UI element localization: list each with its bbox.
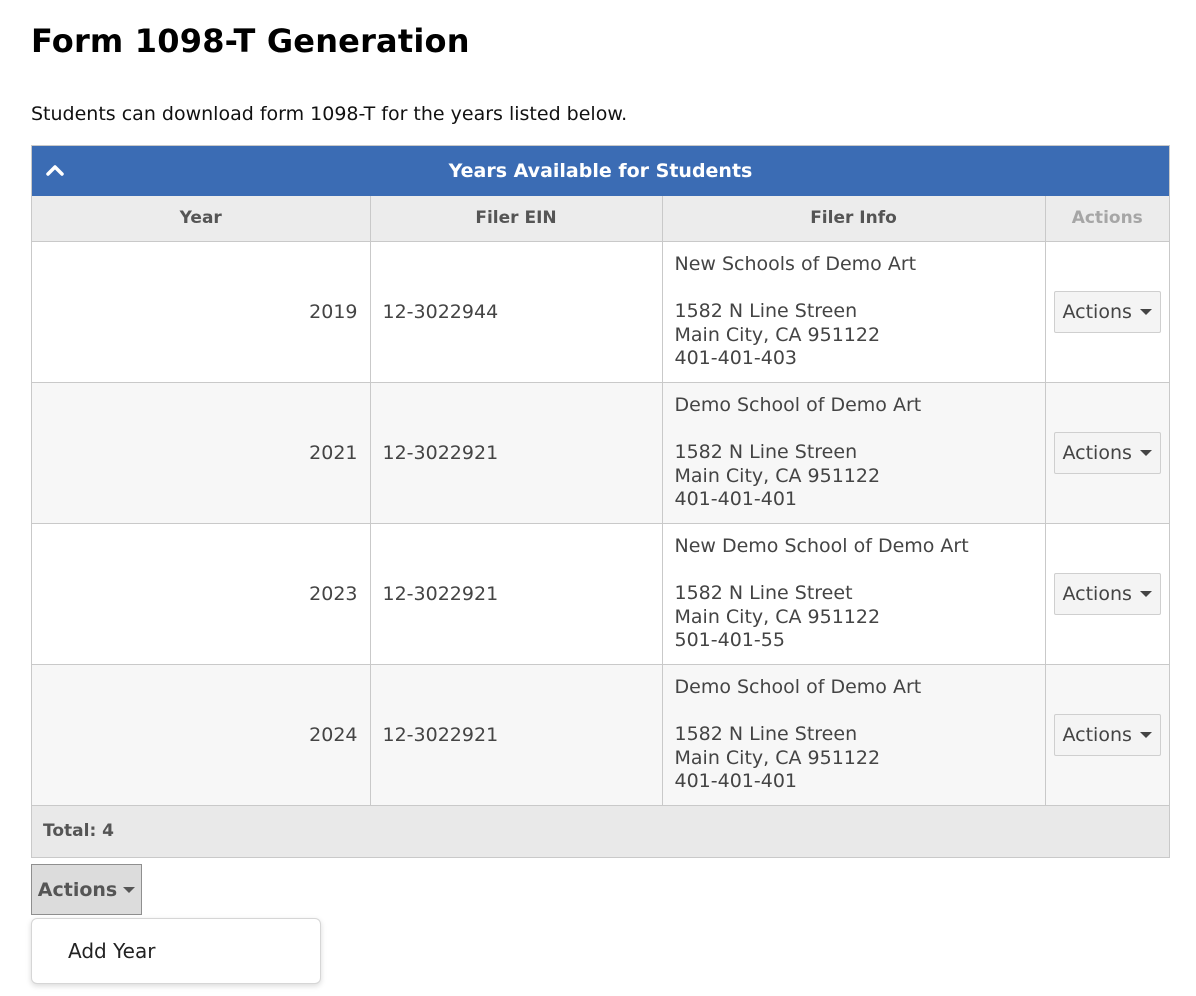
filer-street: 1582 N Line Street [674,582,853,604]
years-panel: Years Available for Students Year Filer … [31,145,1170,858]
filer-name: New Demo School of Demo Art [674,534,969,557]
caret-down-icon [123,886,136,893]
table-row: 2021 12-3022921 Demo School of Demo Art … [32,382,1169,524]
panel-header: Years Available for Students [32,146,1169,196]
table-header-row: Year Filer EIN Filer Info Actions [32,196,1169,242]
year-cell: 2023 [32,523,371,665]
filer-info-cell: Demo School of Demo Art 1582 N Line Stre… [662,664,1046,806]
ein-cell: 12-3022921 [370,664,663,806]
row-actions-button[interactable]: Actions [1053,431,1161,474]
row-actions-label: Actions [1062,300,1132,323]
column-header-filer-ein[interactable]: Filer EIN [370,196,663,242]
row-actions-label: Actions [1062,723,1132,746]
filer-phone: 501-401-55 [674,629,785,651]
filer-city: Main City, CA 951122 [674,464,881,487]
table-footer-total: Total: 4 [32,805,1169,857]
row-actions-cell: Actions [1045,382,1169,524]
column-header-year[interactable]: Year [32,196,371,242]
filer-name: New Schools of Demo Art [674,252,917,275]
row-actions-cell: Actions [1045,523,1169,665]
panel-title: Years Available for Students [448,160,753,182]
main-actions-button[interactable]: Actions [31,864,142,915]
year-cell: 2019 [32,241,371,383]
filer-street: 1582 N Line Streen [674,441,858,463]
ein-cell: 12-3022921 [370,382,663,524]
ein-cell: 12-3022921 [370,523,663,665]
year-cell: 2024 [32,664,371,806]
caret-down-icon [1139,590,1152,597]
row-actions-cell: Actions [1045,241,1169,383]
caret-down-icon [1139,308,1152,315]
filer-phone: 401-401-403 [674,347,798,369]
filer-street: 1582 N Line Streen [674,723,858,745]
row-actions-cell: Actions [1045,664,1169,806]
filer-phone: 401-401-401 [674,770,798,792]
filer-name: Demo School of Demo Art [674,675,922,698]
menu-item-add-year[interactable]: Add Year [68,939,155,963]
table-row: 2024 12-3022921 Demo School of Demo Art … [32,664,1169,806]
filer-street: 1582 N Line Streen [674,300,858,322]
row-actions-button[interactable]: Actions [1053,290,1161,333]
row-actions-label: Actions [1062,441,1132,464]
table-row: 2023 12-3022921 New Demo School of Demo … [32,523,1169,665]
filer-info-cell: New Schools of Demo Art 1582 N Line Stre… [662,241,1046,383]
actions-dropdown-menu: Add Year [31,918,321,984]
filer-name: Demo School of Demo Art [674,393,922,416]
filer-city: Main City, CA 951122 [674,323,881,346]
ein-cell: 12-3022944 [370,241,663,383]
chevron-up-icon[interactable] [40,155,70,185]
column-header-filer-info[interactable]: Filer Info [662,196,1046,242]
year-cell: 2021 [32,382,371,524]
filer-phone: 401-401-401 [674,488,798,510]
intro-text: Students can download form 1098-T for th… [31,103,628,125]
page-title: Form 1098-T Generation [31,22,470,60]
row-actions-label: Actions [1062,582,1132,605]
filer-city: Main City, CA 951122 [674,605,881,628]
table-row: 2019 12-3022944 New Schools of Demo Art … [32,241,1169,383]
caret-down-icon [1139,449,1152,456]
filer-city: Main City, CA 951122 [674,746,881,769]
row-actions-button[interactable]: Actions [1053,572,1161,615]
filer-info-cell: Demo School of Demo Art 1582 N Line Stre… [662,382,1046,524]
column-header-actions: Actions [1045,196,1169,242]
filer-info-cell: New Demo School of Demo Art 1582 N Line … [662,523,1046,665]
main-actions-label: Actions [37,878,118,901]
years-table: Year Filer EIN Filer Info Actions 2019 1… [32,196,1169,806]
row-actions-button[interactable]: Actions [1053,713,1161,756]
caret-down-icon [1139,731,1152,738]
